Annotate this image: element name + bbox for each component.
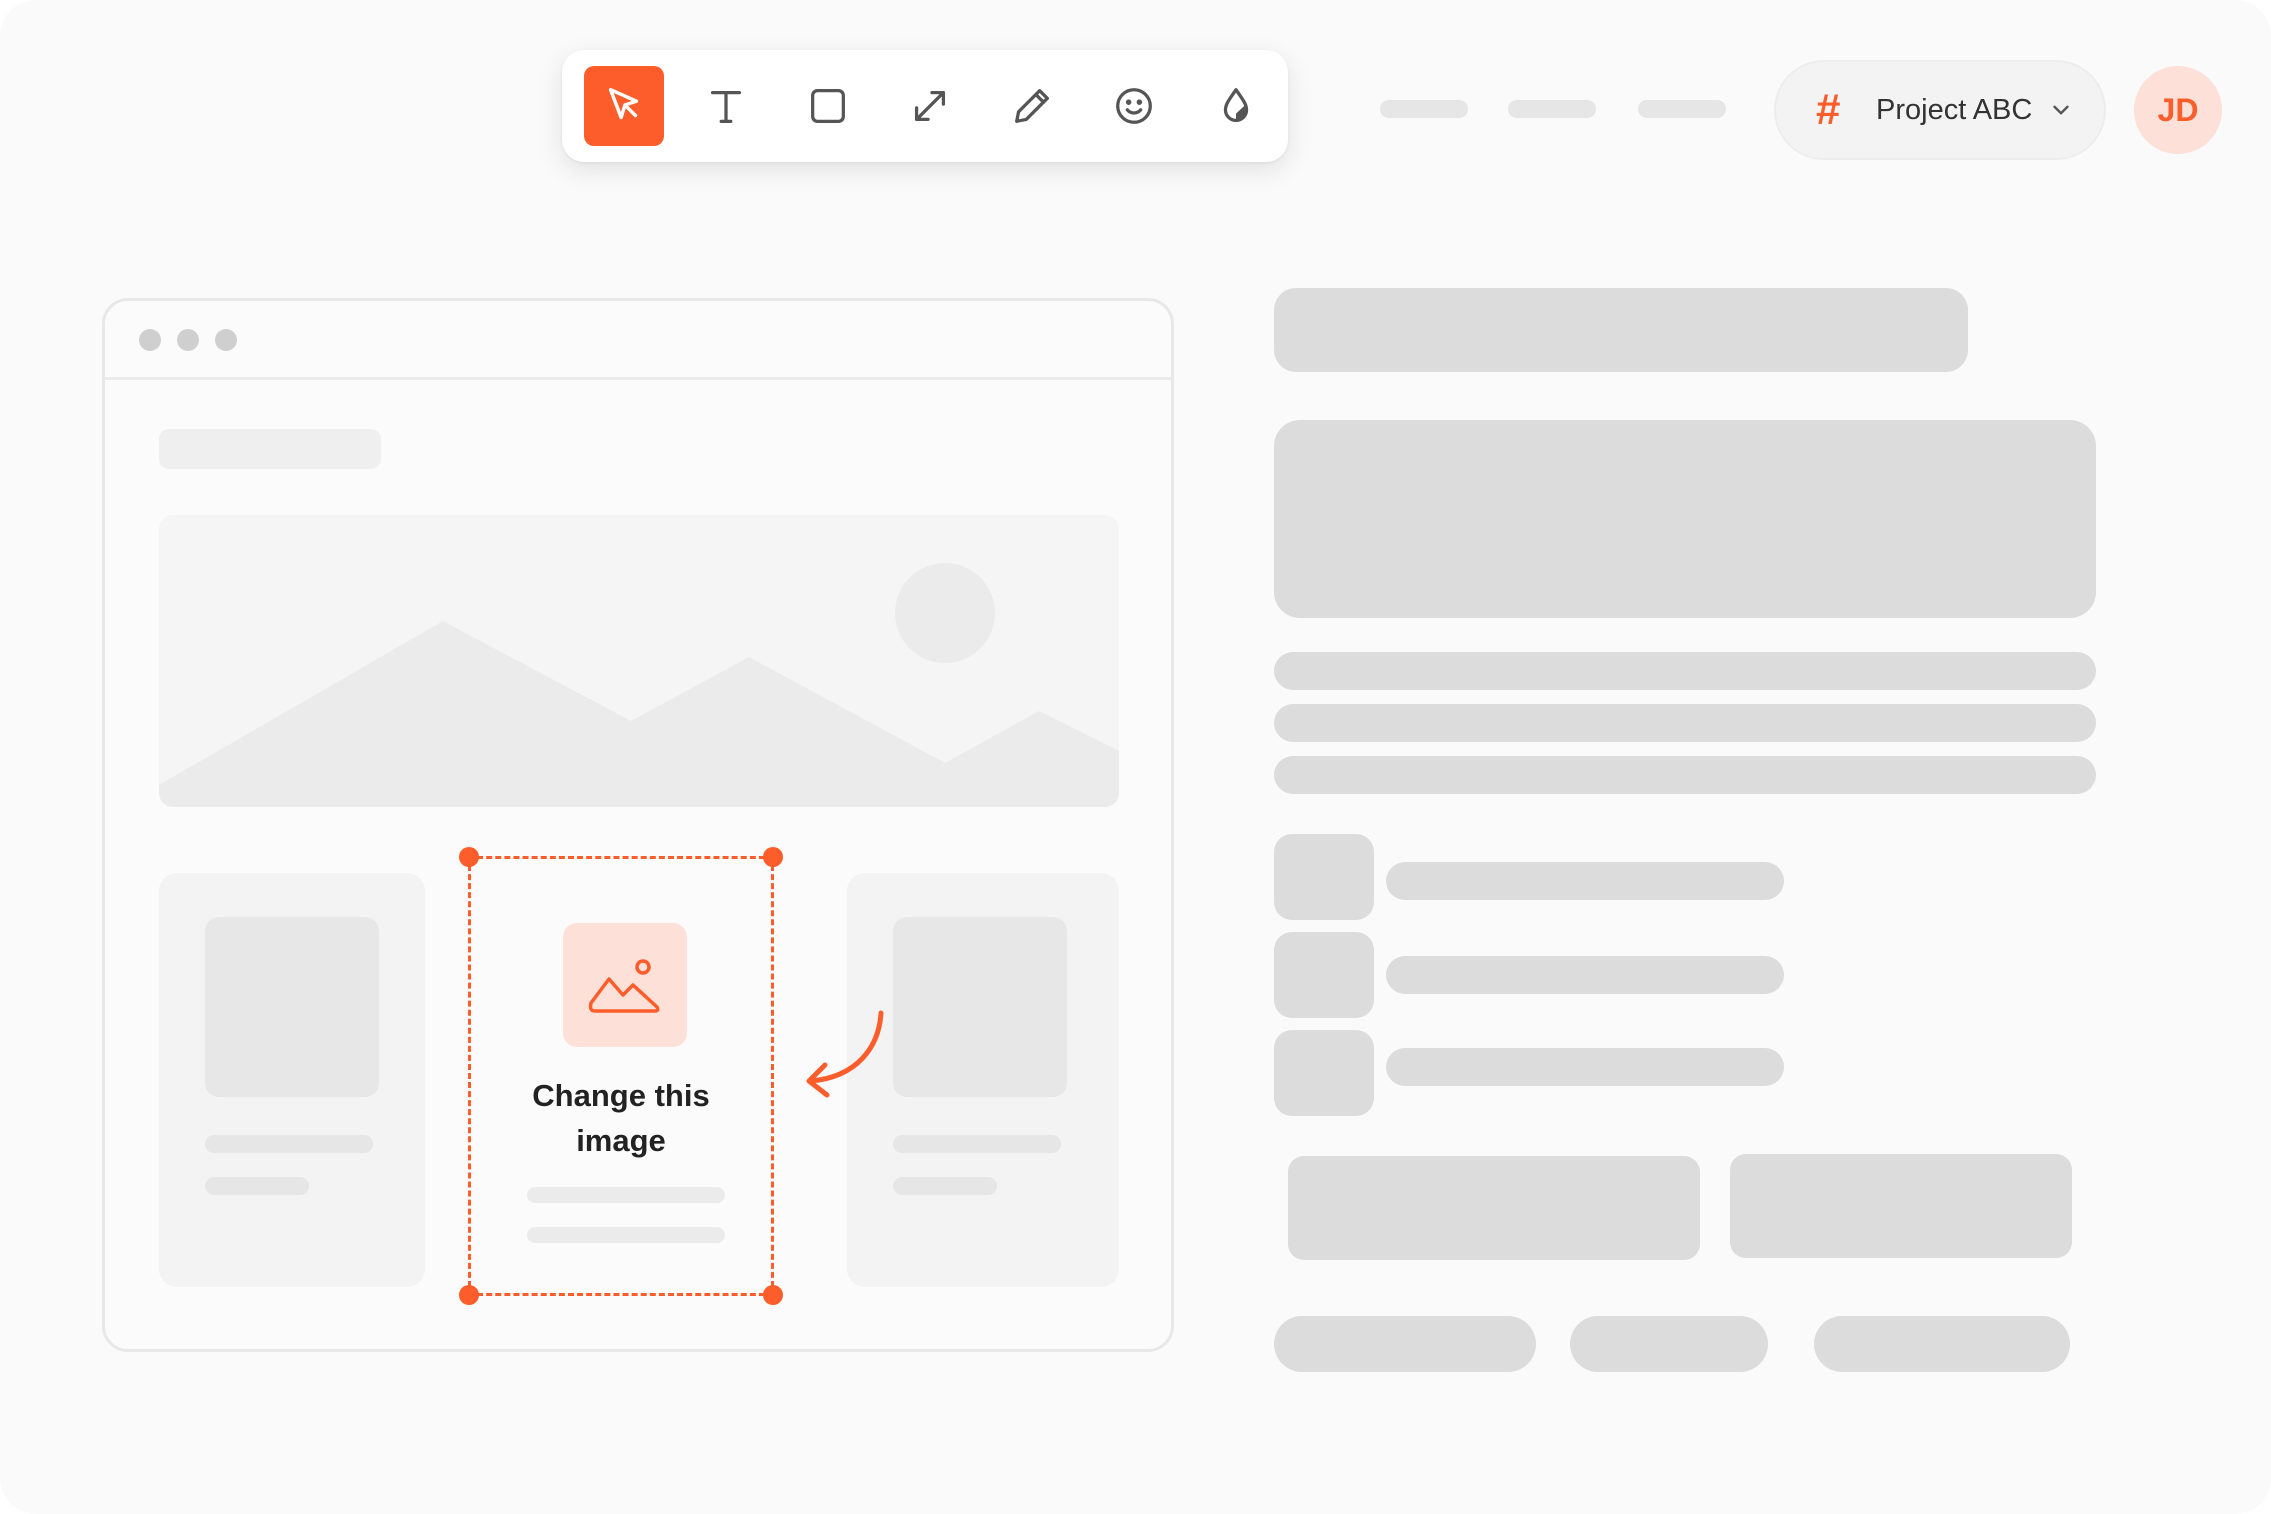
tool-fill[interactable] xyxy=(1196,66,1276,146)
card-thumbnail xyxy=(893,917,1067,1097)
text-line-skeleton xyxy=(1274,756,2096,794)
title-skeleton xyxy=(1274,288,1968,372)
canvas: # Project ABC JD Change this image xyxy=(0,0,2271,1514)
pencil-icon xyxy=(1015,89,1049,123)
heading-placeholder xyxy=(159,429,381,469)
card-line xyxy=(205,1177,309,1195)
nav-placeholder xyxy=(1638,100,1726,118)
tool-pencil[interactable] xyxy=(992,66,1072,146)
selected-image-card[interactable]: Change this image xyxy=(459,847,783,1305)
card-line xyxy=(527,1187,725,1203)
button-skeleton[interactable] xyxy=(1288,1156,1700,1260)
list-avatar-skeleton xyxy=(1274,834,1374,920)
curved-arrow-icon xyxy=(806,1010,884,1098)
nav-placeholder xyxy=(1508,100,1596,118)
tool-text[interactable] xyxy=(686,66,766,146)
window-dot xyxy=(139,329,161,351)
cursor-icon xyxy=(608,87,639,120)
card-line xyxy=(205,1135,373,1153)
tool-emoji[interactable] xyxy=(1094,66,1174,146)
image-icon xyxy=(588,959,660,1013)
card-line xyxy=(527,1227,725,1243)
text-line-skeleton xyxy=(1274,704,2096,742)
window-dot xyxy=(177,329,199,351)
card-thumbnail xyxy=(205,917,379,1097)
list-line-skeleton xyxy=(1386,1048,1784,1086)
nav-placeholder xyxy=(1380,100,1468,118)
image-placeholder xyxy=(563,923,687,1047)
button-skeleton[interactable] xyxy=(1730,1154,2072,1258)
landscape-icon xyxy=(159,563,1119,807)
card-line xyxy=(893,1177,997,1195)
list-line-skeleton xyxy=(1386,956,1784,994)
avatar[interactable]: JD xyxy=(2134,66,2222,154)
toolbar xyxy=(562,50,1288,162)
text-line-skeleton xyxy=(1274,652,2096,690)
project-selector[interactable]: # Project ABC xyxy=(1774,60,2106,160)
browser-titlebar xyxy=(105,301,1171,380)
banner-skeleton xyxy=(1274,420,2096,618)
card-line xyxy=(893,1135,1061,1153)
selection-label-line1: Change this xyxy=(532,1078,710,1113)
tool-select[interactable] xyxy=(584,66,664,146)
resize-handle[interactable] xyxy=(763,847,783,867)
tool-rectangle[interactable] xyxy=(788,66,868,146)
hero-image-placeholder xyxy=(159,515,1119,807)
project-name: Project ABC xyxy=(1876,93,2033,126)
content-card xyxy=(159,873,425,1287)
droplet-icon xyxy=(1223,88,1249,122)
pill-skeleton xyxy=(1570,1316,1768,1372)
rectangle-icon xyxy=(811,89,845,123)
hash-icon: # xyxy=(1816,85,1841,134)
text-icon xyxy=(710,90,742,123)
emoji-icon xyxy=(1116,88,1152,124)
resize-icon xyxy=(914,90,946,122)
window-dot xyxy=(215,329,237,351)
resize-handle[interactable] xyxy=(763,1285,783,1305)
tool-resize[interactable] xyxy=(890,66,970,146)
list-avatar-skeleton xyxy=(1274,1030,1374,1116)
pill-skeleton xyxy=(1814,1316,2070,1372)
pill-skeleton xyxy=(1274,1316,1536,1372)
resize-handle[interactable] xyxy=(459,1285,479,1305)
resize-handle[interactable] xyxy=(459,847,479,867)
selection-label-line2: image xyxy=(576,1123,666,1158)
list-line-skeleton xyxy=(1386,862,1784,900)
list-avatar-skeleton xyxy=(1274,932,1374,1018)
chevron-down-icon xyxy=(2053,105,2070,115)
